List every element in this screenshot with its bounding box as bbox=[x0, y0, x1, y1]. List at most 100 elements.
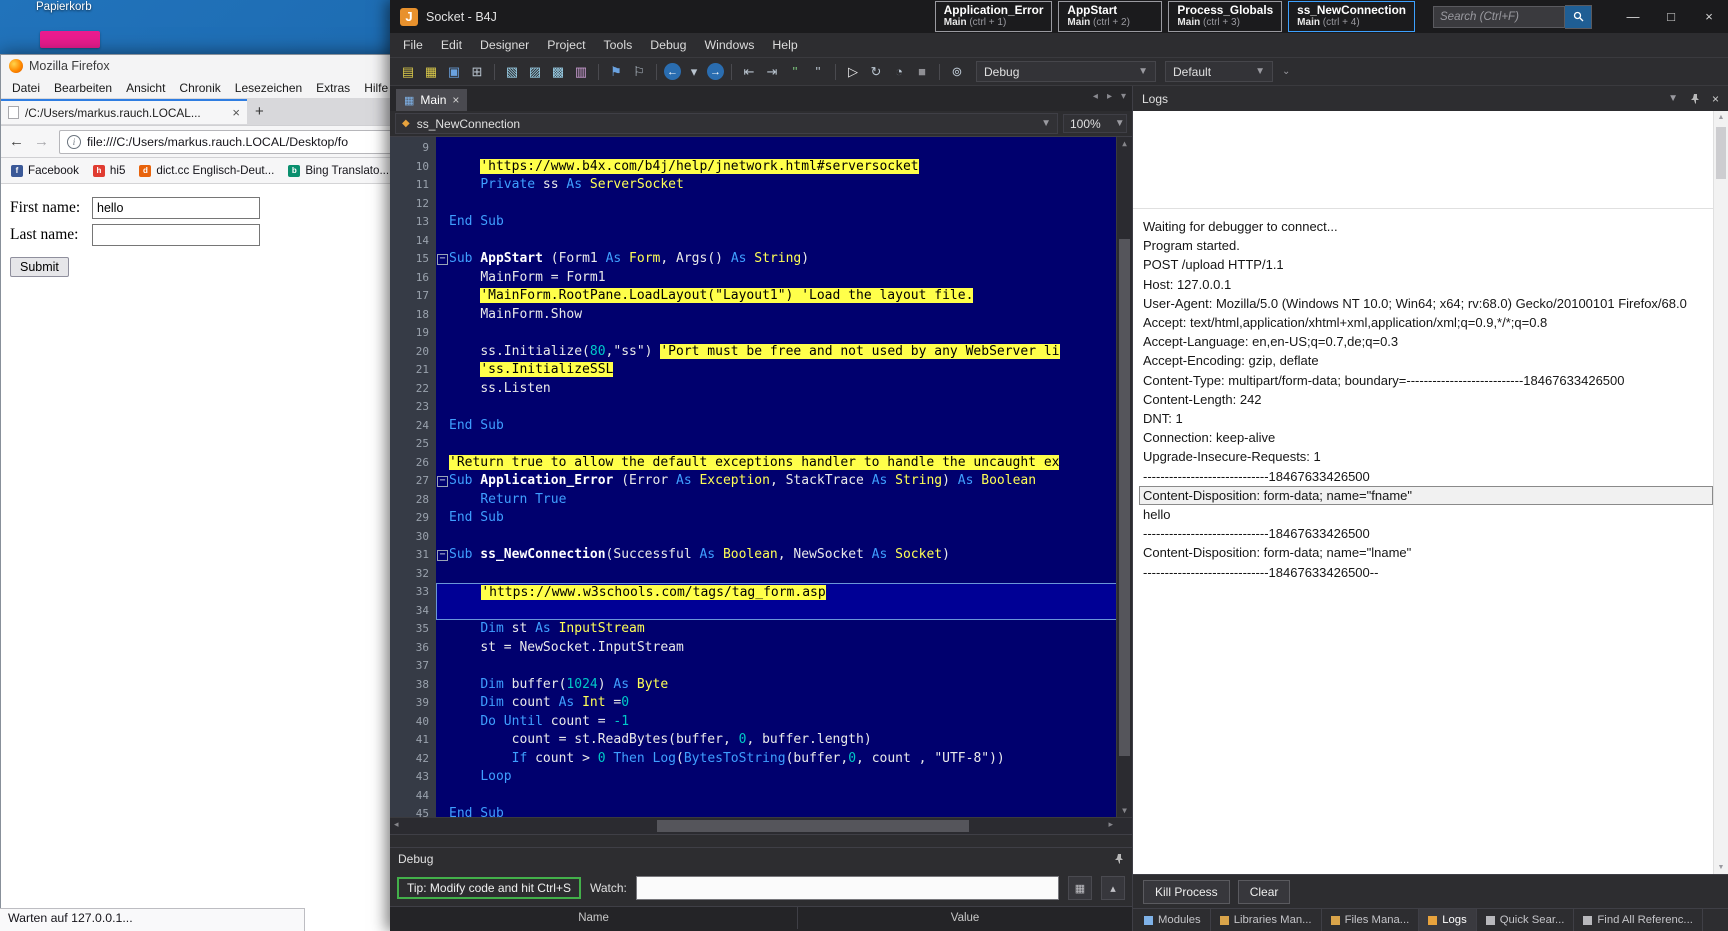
code-line[interactable]: 39 Dim count As Int =0 bbox=[390, 694, 1132, 713]
calculator-icon[interactable]: ▦ bbox=[1068, 876, 1092, 900]
editor-vertical-scrollbar[interactable]: ▲ ▼ bbox=[1116, 137, 1132, 817]
menu-file[interactable]: File bbox=[394, 38, 432, 52]
line-number[interactable]: 33 bbox=[390, 583, 436, 602]
firefox-menu-item[interactable]: Lesezeichen bbox=[228, 81, 309, 95]
tab-scroll-left-icon[interactable]: ◂ bbox=[1093, 91, 1098, 102]
menu-project[interactable]: Project bbox=[538, 38, 594, 52]
code-line[interactable]: 28 Return True bbox=[390, 491, 1132, 510]
bookmark-item[interactable]: fFacebook bbox=[11, 164, 79, 177]
close-icon[interactable]: × bbox=[1690, 0, 1728, 33]
code-line[interactable]: 21 'ss.InitializeSSL bbox=[390, 361, 1132, 380]
code-line[interactable]: 38 Dim buffer(1024) As Byte bbox=[390, 676, 1132, 695]
code-line[interactable]: 44 bbox=[390, 787, 1132, 806]
code-line[interactable]: 27−Sub Application_Error (Error As Excep… bbox=[390, 472, 1132, 491]
add-code-module-icon[interactable]: ▩ bbox=[548, 62, 568, 82]
tab-main[interactable]: ▦ Main × bbox=[396, 89, 467, 111]
code-line[interactable]: 20 ss.Initialize(80,"ss") 'Port must be … bbox=[390, 343, 1132, 362]
code-line[interactable]: 29End Sub bbox=[390, 509, 1132, 528]
b4j-titlebar[interactable]: J Socket - B4J Application_ErrorMain (ct… bbox=[390, 0, 1728, 33]
code-line[interactable]: 16 MainForm = Form1 bbox=[390, 269, 1132, 288]
add-module-icon[interactable]: ▧ bbox=[502, 62, 522, 82]
log-line[interactable]: -----------------------------18467633426… bbox=[1143, 563, 1708, 582]
pin-icon[interactable] bbox=[1690, 94, 1700, 104]
scroll-right-icon[interactable]: ▸ bbox=[1108, 819, 1113, 830]
line-number[interactable]: 38 bbox=[390, 676, 436, 695]
code-line[interactable]: 43 Loop bbox=[390, 768, 1132, 787]
bottom-tab-libraries-man-[interactable]: Libraries Man... bbox=[1211, 909, 1322, 931]
code-line[interactable]: 12 bbox=[390, 195, 1132, 214]
line-number[interactable]: 18 bbox=[390, 306, 436, 325]
firefox-menu-item[interactable]: Datei bbox=[5, 81, 47, 95]
log-line[interactable]: -----------------------------18467633426… bbox=[1143, 467, 1708, 486]
menu-windows[interactable]: Windows bbox=[696, 38, 764, 52]
line-number[interactable]: 35 bbox=[390, 620, 436, 639]
quick-module-application_error[interactable]: Application_ErrorMain (ctrl + 1) bbox=[935, 1, 1053, 32]
run-icon[interactable]: ▷ bbox=[843, 62, 863, 82]
uncomment-icon[interactable]: '' bbox=[808, 62, 828, 82]
scroll-up-icon[interactable]: ▴ bbox=[1101, 876, 1125, 900]
add-layout-icon[interactable]: ▥ bbox=[571, 62, 591, 82]
line-number[interactable]: 14 bbox=[390, 232, 436, 251]
line-number[interactable]: 30 bbox=[390, 528, 436, 547]
scroll-up-icon[interactable]: ▲ bbox=[1714, 114, 1728, 121]
firefox-menu-item[interactable]: Bearbeiten bbox=[47, 81, 119, 95]
line-number[interactable]: 19 bbox=[390, 324, 436, 343]
line-number[interactable]: 41 bbox=[390, 731, 436, 750]
code-line[interactable]: 33 'https://www.w3schools.com/tags/tag_f… bbox=[390, 583, 1132, 602]
code-line[interactable]: 19 bbox=[390, 324, 1132, 343]
line-number[interactable]: 21 bbox=[390, 361, 436, 380]
navigate-forward-icon[interactable]: → bbox=[707, 63, 724, 80]
outdent-icon[interactable]: ⇤ bbox=[739, 62, 759, 82]
line-number[interactable]: 42 bbox=[390, 750, 436, 769]
rebuild-icon[interactable]: ↻ bbox=[866, 62, 886, 82]
line-number[interactable]: 22 bbox=[390, 380, 436, 399]
chevron-down-icon[interactable]: ▼ bbox=[1668, 93, 1678, 104]
log-line[interactable]: Content-Type: multipart/form-data; bound… bbox=[1143, 371, 1708, 390]
log-line[interactable]: Accept-Encoding: gzip, deflate bbox=[1143, 351, 1708, 370]
log-line[interactable]: hello bbox=[1143, 505, 1708, 524]
minimize-icon[interactable]: — bbox=[1614, 0, 1652, 33]
last-name-input[interactable] bbox=[92, 224, 260, 246]
code-line[interactable]: 34 bbox=[390, 602, 1132, 621]
b4x-store-icon[interactable]: ⊚ bbox=[947, 62, 967, 82]
line-number[interactable]: 45 bbox=[390, 805, 436, 817]
code-line[interactable]: 42 If count > 0 Then Log(BytesToString(b… bbox=[390, 750, 1132, 769]
code-line[interactable]: 32 bbox=[390, 565, 1132, 584]
scroll-down-icon[interactable]: ▼ bbox=[1714, 864, 1728, 871]
editor-horizontal-scrollbar[interactable]: ◂ ▸ bbox=[390, 817, 1132, 834]
code-line[interactable]: 31−Sub ss_NewConnection(Successful As Bo… bbox=[390, 546, 1132, 565]
bookmark-item[interactable]: bBing Translato... bbox=[288, 164, 389, 177]
search-button[interactable] bbox=[1565, 5, 1592, 29]
line-number[interactable]: 28 bbox=[390, 491, 436, 510]
scrollbar-thumb[interactable] bbox=[1119, 239, 1130, 756]
line-number[interactable]: 27 bbox=[390, 472, 436, 491]
code-line[interactable]: 14 bbox=[390, 232, 1132, 251]
zoom-select[interactable]: 100% ▼ bbox=[1063, 114, 1127, 133]
watch-input[interactable] bbox=[636, 876, 1059, 900]
firefox-menu-item[interactable]: Ansicht bbox=[119, 81, 172, 95]
quick-module-ss_newconnection[interactable]: ss_NewConnectionMain (ctrl + 4) bbox=[1288, 1, 1415, 32]
code-line[interactable]: 37 bbox=[390, 657, 1132, 676]
close-icon[interactable]: × bbox=[1712, 92, 1719, 106]
new-project-icon[interactable]: ▤ bbox=[398, 62, 418, 82]
code-line[interactable]: 30 bbox=[390, 528, 1132, 547]
scrollbar-thumb[interactable] bbox=[1716, 127, 1726, 179]
bookmark-item[interactable]: hhi5 bbox=[93, 164, 125, 177]
menu-designer[interactable]: Designer bbox=[471, 38, 538, 52]
maximize-icon[interactable]: □ bbox=[1652, 0, 1690, 33]
build-config-select[interactable]: Default ▼ bbox=[1165, 61, 1273, 82]
code-line[interactable]: 15−Sub AppStart (Form1 As Form, Args() A… bbox=[390, 250, 1132, 269]
code-line[interactable]: 40 Do Until count = -1 bbox=[390, 713, 1132, 732]
line-number[interactable]: 43 bbox=[390, 768, 436, 787]
code-line[interactable]: 26'Return true to allow the default exce… bbox=[390, 454, 1132, 473]
line-number[interactable]: 39 bbox=[390, 694, 436, 713]
bottom-tab-find-all-referenc-[interactable]: Find All Referenc... bbox=[1574, 909, 1702, 931]
menu-help[interactable]: Help bbox=[763, 38, 806, 52]
kill-process-button[interactable]: Kill Process bbox=[1143, 880, 1230, 904]
submit-button[interactable]: Submit bbox=[10, 257, 69, 277]
open-project-icon[interactable]: ▦ bbox=[421, 62, 441, 82]
code-line[interactable]: 10 'https://www.b4x.com/b4j/help/jnetwor… bbox=[390, 158, 1132, 177]
fold-marker-icon[interactable]: − bbox=[436, 250, 449, 269]
indent-icon[interactable]: ⇥ bbox=[762, 62, 782, 82]
line-number[interactable]: 11 bbox=[390, 176, 436, 195]
